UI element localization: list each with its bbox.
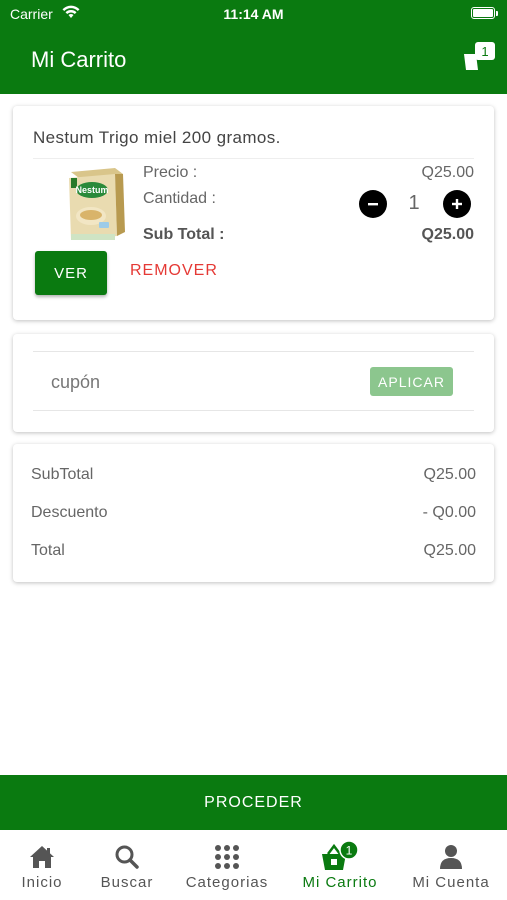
proceed-button[interactable]: PROCEDER	[0, 775, 507, 830]
grid-icon	[215, 845, 239, 869]
product-image-label: Nestum	[75, 185, 108, 195]
increase-quantity-button[interactable]	[443, 190, 471, 218]
totals-card: SubTotal Q25.00 Descuento - Q0.00 Total …	[13, 444, 494, 582]
tab-bar: Inicio Buscar Categorias 1 Mi Carrito Mi…	[0, 830, 507, 900]
totals-subtotal-label: SubTotal	[31, 466, 94, 483]
divider	[33, 410, 474, 411]
status-bar: Carrier 11:14 AM	[0, 0, 507, 28]
price-label: Precio :	[143, 164, 198, 181]
coupon-card: APLICAR	[13, 334, 494, 432]
plus-icon	[452, 199, 462, 209]
totals-discount-label: Descuento	[31, 504, 108, 521]
divider	[33, 158, 474, 159]
totals-subtotal-value: Q25.00	[423, 466, 476, 483]
battery-icon	[471, 7, 498, 19]
tab-label: Categorias	[185, 874, 269, 891]
tab-label: Buscar	[100, 874, 154, 891]
page-title: Mi Carrito	[31, 47, 127, 72]
subtotal-label: Sub Total :	[143, 226, 225, 243]
price-value: Q25.00	[421, 164, 474, 181]
divider	[33, 351, 474, 352]
tab-label: Mi Carrito	[302, 874, 378, 891]
app-header: Mi Carrito 1	[0, 28, 507, 94]
tab-label: Mi Cuenta	[412, 874, 490, 891]
search-icon	[115, 845, 139, 869]
cart-icon: 1	[322, 840, 359, 870]
product-card: Nestum Trigo miel 200 gramos. Nestum Pre…	[13, 106, 494, 320]
user-icon	[440, 845, 462, 869]
quantity-value: 1	[408, 192, 420, 214]
quantity-label: Cantidad :	[143, 190, 216, 207]
totals-total-label: Total	[31, 542, 65, 559]
remove-button[interactable]: REMOVER	[130, 262, 218, 280]
view-button[interactable]: VER	[35, 251, 107, 295]
totals-total-value: Q25.00	[423, 542, 476, 559]
cart-header-count: 1	[481, 44, 488, 59]
status-time: 11:14 AM	[223, 6, 284, 22]
home-icon	[30, 846, 54, 868]
product-image: Nestum	[69, 168, 125, 240]
cart-header-icon[interactable]: 1	[461, 40, 497, 72]
tab-mi-cuenta[interactable]: Mi Cuenta	[401, 830, 501, 900]
totals-discount-value: - Q0.00	[422, 504, 476, 521]
tab-mi-carrito[interactable]: 1 Mi Carrito	[290, 830, 390, 900]
minus-icon	[368, 203, 378, 206]
coupon-input[interactable]	[51, 370, 351, 394]
product-name: Nestum Trigo miel 200 gramos.	[33, 128, 281, 147]
subtotal-value: Q25.00	[421, 226, 474, 243]
tab-categorias[interactable]: Categorias	[177, 830, 277, 900]
decrease-quantity-button[interactable]	[359, 190, 387, 218]
tab-buscar[interactable]: Buscar	[77, 830, 177, 900]
apply-coupon-button[interactable]: APLICAR	[370, 367, 453, 396]
cart-badge: 1	[346, 844, 353, 858]
